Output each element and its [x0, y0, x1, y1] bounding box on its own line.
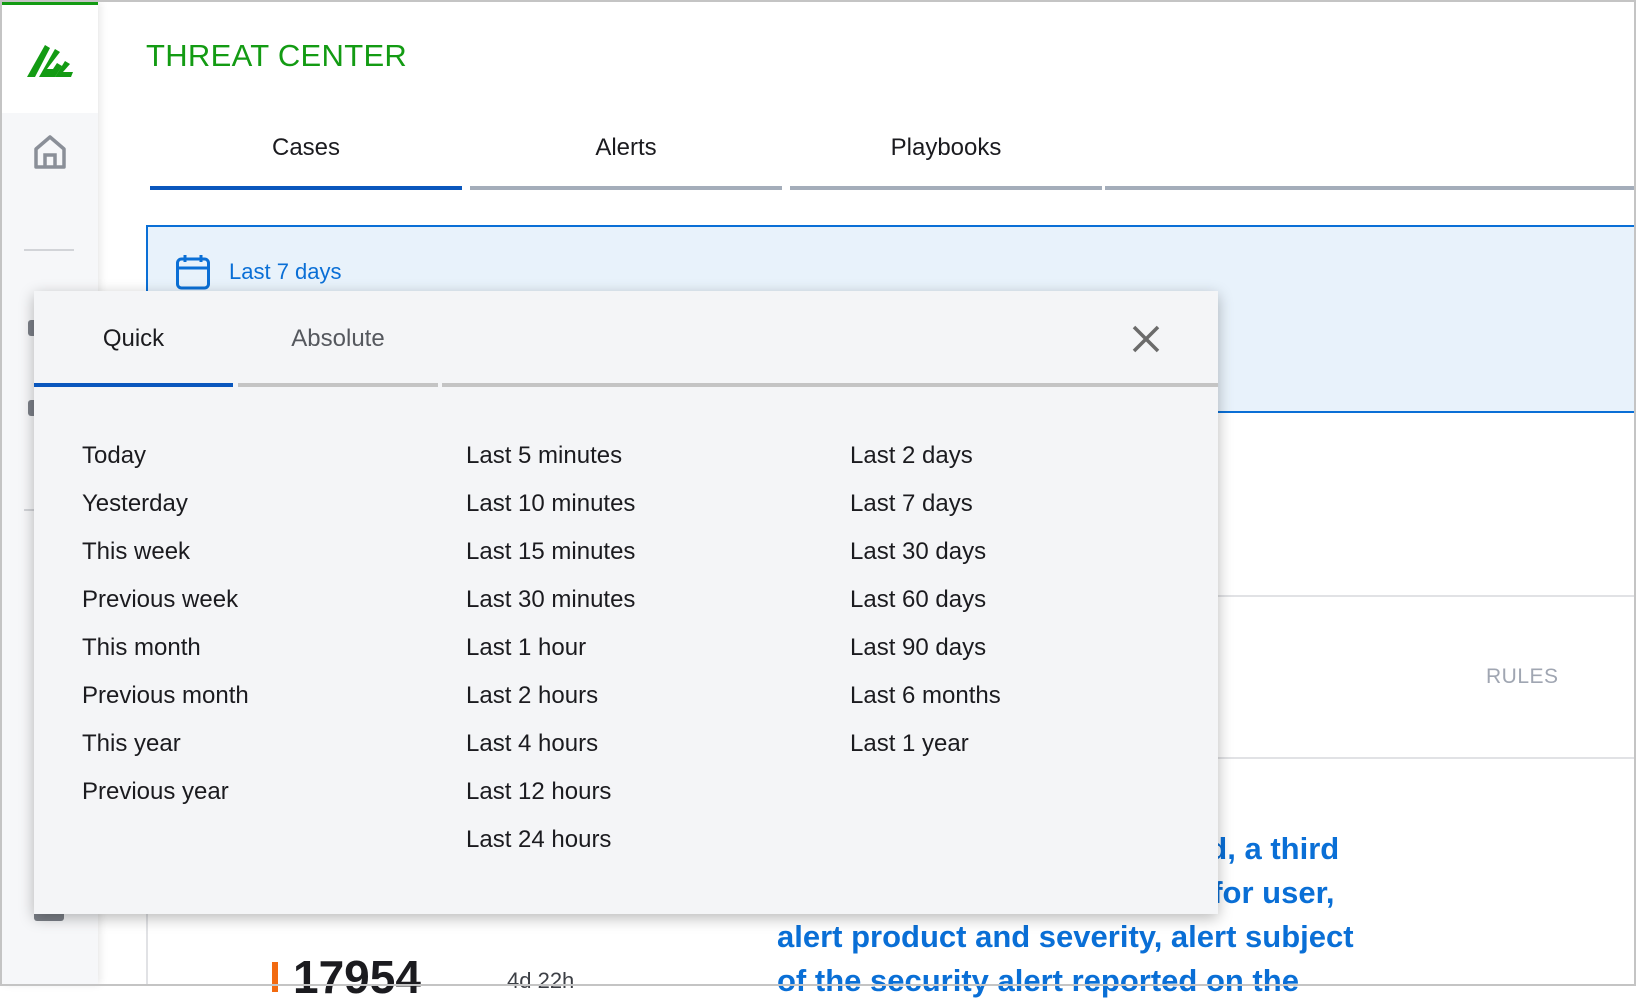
sidebar-item-home[interactable]: [30, 132, 70, 172]
quick-range-option[interactable]: Last 90 days: [850, 631, 1001, 679]
date-range-popup: Quick Absolute Today Yesterday This week Pr…: [34, 291, 1218, 914]
quick-range-option[interactable]: Last 2 hours: [466, 679, 635, 727]
tab-underline: [790, 186, 1102, 190]
quick-range-option[interactable]: Last 1 hour: [466, 631, 635, 679]
logo-area[interactable]: [2, 2, 98, 113]
quick-range-option[interactable]: Last 10 minutes: [466, 487, 635, 535]
tab-cases[interactable]: Cases: [150, 130, 462, 190]
quick-range-option[interactable]: Previous week: [82, 583, 249, 631]
popup-tab-quick[interactable]: Quick: [34, 291, 233, 387]
quick-range-option[interactable]: Previous year: [82, 775, 249, 823]
quick-options-calendar: Today Yesterday This week Previous week This…: [82, 439, 249, 823]
case-number[interactable]: 17954: [293, 950, 421, 1004]
tab-label: Playbooks: [890, 134, 1002, 161]
tab-underline: [442, 383, 1218, 387]
column-header-rules[interactable]: RULES: [1486, 665, 1559, 689]
tab-underline: [1105, 186, 1634, 190]
quick-range-option[interactable]: Last 5 minutes: [466, 439, 635, 487]
tab-label: Absolute: [291, 325, 385, 352]
quick-range-option[interactable]: Last 1 year: [850, 727, 1001, 775]
case-age: 4d 22h: [507, 968, 575, 993]
tab-underline: [34, 383, 233, 387]
close-button[interactable]: [1128, 321, 1164, 357]
page-title: THREAT CENTER: [146, 38, 408, 73]
close-icon: [1132, 325, 1160, 353]
tab-underline: [470, 186, 782, 190]
tab-label: Alerts: [595, 134, 657, 161]
tab-underline: [150, 186, 462, 190]
quick-range-option[interactable]: This year: [82, 727, 249, 775]
tab-spacer: [1105, 130, 1634, 190]
severity-indicator: [272, 962, 278, 992]
quick-options-short: Last 5 minutes Last 10 minutes Last 15 min…: [466, 439, 635, 871]
quick-range-option[interactable]: Last 30 minutes: [466, 583, 635, 631]
quick-range-option[interactable]: Previous month: [82, 679, 249, 727]
quick-range-option[interactable]: This week: [82, 535, 249, 583]
tab-alerts[interactable]: Alerts: [470, 130, 782, 190]
tab-playbooks[interactable]: Playbooks: [790, 130, 1102, 190]
quick-options-long: Last 2 days Last 7 days Last 30 days Last 6…: [850, 439, 1001, 775]
main-tabs: Cases Alerts Playbooks: [150, 130, 1634, 190]
quick-range-option[interactable]: Last 30 days: [850, 535, 1001, 583]
quick-range-option[interactable]: Last 60 days: [850, 583, 1001, 631]
tab-label: Cases: [271, 134, 341, 161]
quick-range-option[interactable]: Last 24 hours: [466, 823, 635, 871]
date-range-label[interactable]: Last 7 days: [229, 259, 342, 285]
quick-range-option[interactable]: Yesterday: [82, 487, 249, 535]
brand-logo-icon: [27, 45, 73, 77]
tab-underline: [238, 383, 438, 387]
quick-range-option[interactable]: Last 2 days: [850, 439, 1001, 487]
case-description-line: of the security alert reported on the: [777, 963, 1299, 998]
quick-range-option[interactable]: Today: [82, 439, 249, 487]
home-icon: [34, 135, 66, 169]
sidebar-divider: [24, 249, 74, 251]
quick-range-option[interactable]: Last 12 hours: [466, 775, 635, 823]
calendar-icon: [176, 255, 210, 290]
quick-range-option[interactable]: This month: [82, 631, 249, 679]
quick-range-option[interactable]: Last 15 minutes: [466, 535, 635, 583]
quick-range-option[interactable]: Last 4 hours: [466, 727, 635, 775]
quick-range-option[interactable]: Last 6 months: [850, 679, 1001, 727]
popup-tab-absolute[interactable]: Absolute: [238, 291, 438, 387]
case-description-line: alert product and severity, alert subjec…: [777, 919, 1354, 954]
quick-range-option[interactable]: Last 7 days: [850, 487, 1001, 535]
tab-label: Quick: [102, 325, 165, 352]
